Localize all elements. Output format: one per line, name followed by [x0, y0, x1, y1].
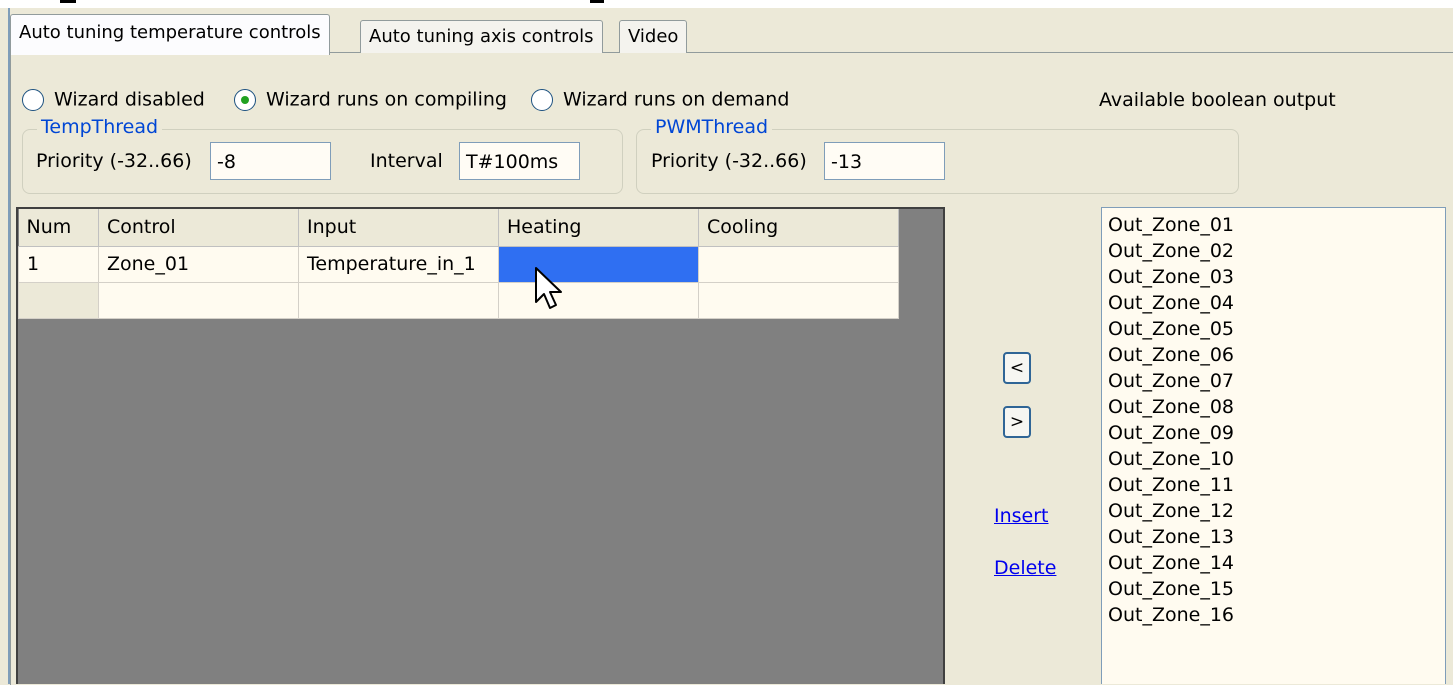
cell-input[interactable]: Temperature_in_1 — [298, 245, 499, 283]
list-item[interactable]: Out_Zone_08 — [1108, 394, 1445, 420]
list-item[interactable]: Out_Zone_03 — [1108, 264, 1445, 290]
radio-label: Wizard runs on demand — [563, 88, 790, 111]
table-row[interactable]: 1 Zone_01 Temperature_in_1 — [18, 245, 899, 283]
cell-num-empty[interactable] — [18, 281, 99, 319]
cell-input-empty[interactable] — [298, 281, 499, 319]
list-item[interactable]: Out_Zone_12 — [1108, 498, 1445, 524]
radio-wizard-runs-on-compiling[interactable]: Wizard runs on compiling — [234, 86, 507, 112]
list-item[interactable]: Out_Zone_01 — [1108, 212, 1445, 238]
top-strip-mark — [60, 0, 76, 3]
insert-link[interactable]: Insert — [994, 505, 1049, 527]
temp-interval-input[interactable]: T#100ms — [459, 142, 580, 180]
list-item[interactable]: Out_Zone_07 — [1108, 368, 1445, 394]
radio-wizard-disabled[interactable]: Wizard disabled — [22, 86, 205, 112]
radio-label: Wizard runs on compiling — [266, 88, 507, 111]
available-boolean-output-label: Available boolean output — [1099, 89, 1336, 111]
radio-circle — [22, 88, 44, 111]
list-item[interactable]: Out_Zone_13 — [1108, 524, 1445, 550]
list-item[interactable]: Out_Zone_04 — [1108, 290, 1445, 316]
window-left-edge — [0, 8, 10, 684]
top-strip — [0, 0, 1453, 8]
list-item[interactable]: Out_Zone_14 — [1108, 550, 1445, 576]
list-item[interactable]: Out_Zone_05 — [1108, 316, 1445, 342]
available-boolean-output-list[interactable]: Out_Zone_01 Out_Zone_02 Out_Zone_03 Out_… — [1101, 207, 1446, 684]
column-header-cooling[interactable]: Cooling — [698, 209, 899, 247]
pwm-thread-legend: PWMThread — [651, 116, 773, 138]
tab-auto-tuning-temperature-controls[interactable]: Auto tuning temperature controls — [10, 14, 330, 55]
temp-interval-label: Interval — [370, 150, 443, 172]
column-header-num[interactable]: Num — [18, 209, 99, 247]
grid-table: Num Control Input Heating Cooling 1 Zone… — [18, 209, 899, 319]
list-item[interactable]: Out_Zone_16 — [1108, 602, 1445, 628]
top-strip-mark — [590, 0, 604, 3]
cell-heating-empty[interactable] — [498, 281, 699, 319]
cell-num[interactable]: 1 — [18, 245, 99, 283]
delete-link[interactable]: Delete — [994, 557, 1056, 579]
tab-auto-tuning-axis-controls[interactable]: Auto tuning axis controls — [360, 20, 603, 53]
move-left-button[interactable]: < — [1003, 352, 1031, 384]
table-row-new[interactable] — [18, 281, 899, 319]
radio-wizard-runs-on-demand[interactable]: Wizard runs on demand — [531, 86, 789, 112]
radio-dot — [241, 95, 249, 104]
pwm-priority-label: Priority (-32..66) — [651, 150, 807, 172]
temp-priority-label: Priority (-32..66) — [36, 150, 192, 172]
cell-heating-selected[interactable] — [498, 245, 699, 283]
list-item[interactable]: Out_Zone_02 — [1108, 238, 1445, 264]
list-item[interactable]: Out_Zone_06 — [1108, 342, 1445, 368]
radio-circle — [531, 88, 553, 111]
temp-thread-legend: TempThread — [37, 116, 163, 138]
list-item[interactable]: Out_Zone_11 — [1108, 472, 1445, 498]
tab-video[interactable]: Video — [619, 20, 688, 53]
radio-circle-selected — [234, 88, 256, 111]
controls-grid[interactable]: Num Control Input Heating Cooling 1 Zone… — [16, 207, 945, 684]
column-header-input[interactable]: Input — [298, 209, 499, 247]
column-header-heating[interactable]: Heating — [498, 209, 699, 247]
temp-priority-input[interactable]: -8 — [210, 142, 331, 180]
list-item[interactable]: Out_Zone_15 — [1108, 576, 1445, 602]
cell-cooling-empty[interactable] — [698, 281, 899, 319]
cell-cooling[interactable] — [698, 245, 899, 283]
list-item[interactable]: Out_Zone_09 — [1108, 420, 1445, 446]
move-right-button[interactable]: > — [1003, 406, 1031, 438]
pwm-priority-input[interactable]: -13 — [824, 142, 945, 180]
column-header-control[interactable]: Control — [98, 209, 299, 247]
cell-control[interactable]: Zone_01 — [98, 245, 299, 283]
grid-header-row: Num Control Input Heating Cooling — [18, 209, 899, 247]
cell-control-empty[interactable] — [98, 281, 299, 319]
radio-label: Wizard disabled — [54, 88, 205, 111]
list-item[interactable]: Out_Zone_10 — [1108, 446, 1445, 472]
